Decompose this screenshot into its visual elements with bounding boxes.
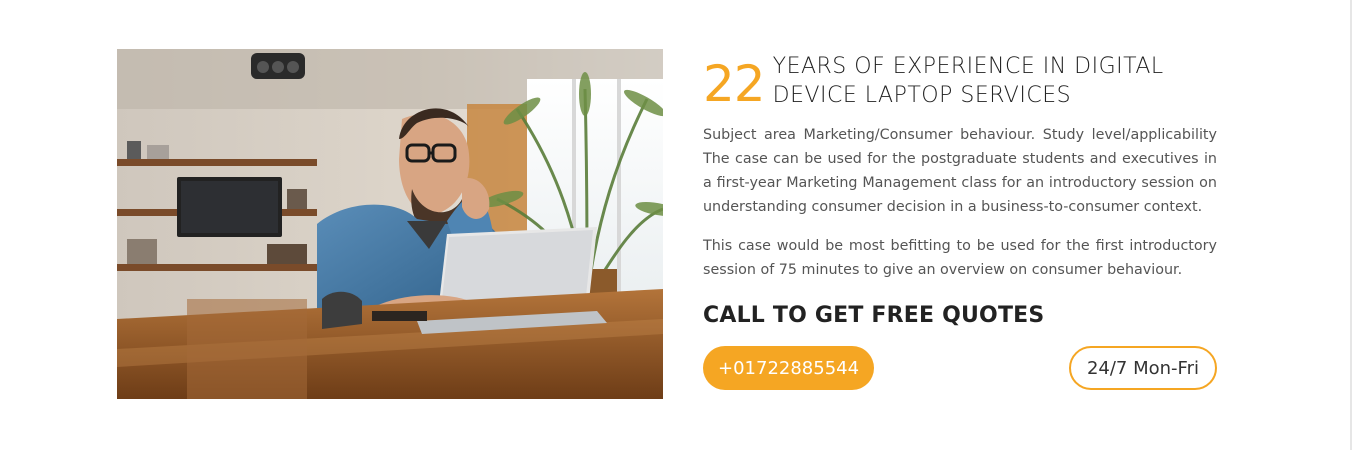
experience-title: YEARS OF EXPERIENCE IN DIGITAL DEVICE LA… <box>773 52 1164 110</box>
experience-section: 22 YEARS OF EXPERIENCE IN DIGITAL DEVICE… <box>703 52 1217 390</box>
years-number: 22 <box>703 55 766 113</box>
experience-heading: 22 YEARS OF EXPERIENCE IN DIGITAL DEVICE… <box>703 52 1217 110</box>
description-paragraph-2: This case would be most befitting to be … <box>703 238 1217 278</box>
top-cards-edge <box>0 0 1352 4</box>
cta-title: CALL TO GET FREE QUOTES <box>703 303 1045 328</box>
cta-row: +01722885544 24/7 Mon-Fri <box>703 346 1217 390</box>
experience-title-line-2: DEVICE LAPTOP SERVICES <box>772 83 1072 108</box>
description-paragraph-1: Subject area Marketing/Consumer behaviou… <box>703 127 1217 215</box>
man-with-laptop-image <box>117 49 663 399</box>
phone-call-button[interactable]: +01722885544 <box>703 346 875 390</box>
hours-button[interactable]: 24/7 Mon-Fri <box>1068 346 1217 390</box>
experience-title-line-1: YEARS OF EXPERIENCE IN DIGITAL <box>772 54 1164 79</box>
